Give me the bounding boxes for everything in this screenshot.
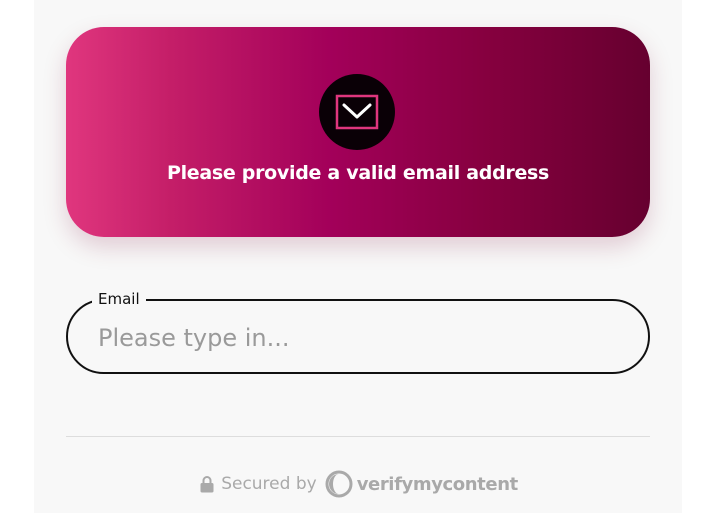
email-field[interactable]: Email — [66, 290, 650, 374]
envelope-icon — [319, 74, 395, 150]
secured-by-footer: Secured by verifymycontent — [0, 470, 718, 498]
verifymycontent-logo-icon — [325, 470, 353, 498]
divider — [66, 436, 650, 437]
error-banner: Please provide a valid email address — [66, 27, 650, 237]
email-input[interactable] — [96, 317, 620, 359]
error-message: Please provide a valid email address — [166, 162, 550, 184]
lock-icon — [200, 475, 214, 493]
secured-by-text: Secured by — [221, 474, 317, 494]
email-field-label: Email — [92, 290, 146, 308]
brand-name[interactable]: verifymycontent — [357, 474, 519, 495]
